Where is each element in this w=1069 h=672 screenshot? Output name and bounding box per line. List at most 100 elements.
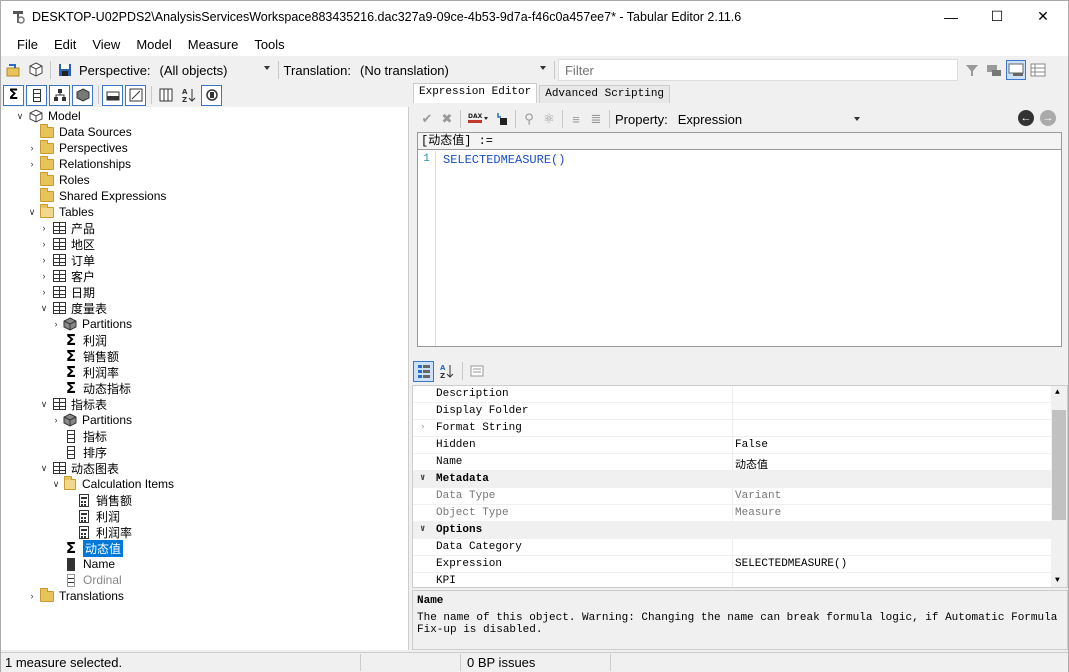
cancel-x-icon[interactable]: ✖ [438, 110, 456, 128]
chevron-down-icon[interactable]: ∨ [420, 524, 425, 534]
replace-icon[interactable]: ⚛ [540, 110, 558, 128]
property-row-name[interactable]: Name 动态值 [413, 454, 1053, 472]
chevron-down-icon[interactable]: ∨ [27, 207, 37, 217]
menu-file[interactable]: File [9, 37, 46, 52]
show-columns-icon[interactable] [26, 84, 47, 106]
property-row-data-type[interactable]: Data Type Variant [413, 488, 1053, 505]
tree-node-column-name[interactable]: Name [63, 556, 115, 572]
property-row-expression[interactable]: Expression SELECTEDMEASURE() [413, 556, 1053, 573]
list-view-icon[interactable] [1028, 60, 1048, 80]
show-display-folders-icon[interactable] [1005, 60, 1026, 80]
translation-dropdown[interactable]: (No translation) [354, 60, 551, 80]
property-value[interactable]: 动态值 [735, 456, 768, 472]
show-partitions-icon[interactable] [72, 84, 93, 106]
tree-node-perspectives[interactable]: › Perspectives [27, 139, 128, 156]
chevron-right-icon[interactable]: › [420, 422, 425, 432]
tree-node-calc-item-sales[interactable]: 销售额 [76, 492, 132, 508]
chevron-right-icon[interactable]: › [51, 319, 61, 329]
dax-formatter-icon[interactable]: DAX [465, 110, 491, 128]
property-row-kpi[interactable]: KPI [413, 573, 1053, 587]
dependencies-icon[interactable] [493, 110, 511, 128]
chevron-right-icon[interactable]: › [39, 223, 49, 233]
chevron-right-icon[interactable]: › [51, 415, 61, 425]
tree-node-model[interactable]: ∨ Model [15, 108, 81, 124]
show-hidden-icon[interactable] [102, 84, 123, 106]
property-row-format-string[interactable]: › Format String [413, 420, 1053, 437]
tree-node-calc-item-margin[interactable]: 利润率 [76, 524, 132, 540]
status-bp-issues[interactable]: 0 BP issues [463, 654, 611, 671]
chevron-down-icon[interactable]: ∨ [15, 111, 25, 121]
chevron-down-icon[interactable]: ∨ [39, 399, 49, 409]
chevron-right-icon[interactable]: › [27, 591, 37, 601]
tree-node-table-region[interactable]: › 地区 [39, 236, 96, 252]
tab-expression-editor[interactable]: Expression Editor [413, 83, 538, 103]
tab-advanced-scripting[interactable]: Advanced Scripting [539, 85, 671, 103]
tree-node-calculation-items[interactable]: ∨ Calculation Items [51, 475, 174, 492]
tree-node-table-product[interactable]: › 产品 [39, 220, 96, 236]
tree-node-measure-profit[interactable]: Σ 利润 [63, 332, 107, 348]
chevron-down-icon[interactable]: ∨ [51, 479, 61, 489]
property-dropdown[interactable]: Expression [673, 109, 864, 129]
expression-code[interactable]: SELECTEDMEASURE() [443, 153, 565, 167]
scroll-down-icon[interactable]: ▼ [1055, 576, 1060, 585]
tree-node-calc-item-profit[interactable]: 利润 [76, 508, 120, 524]
navigate-forward-icon[interactable]: → [1040, 110, 1056, 126]
tree-node-column-indicator[interactable]: 指标 [63, 428, 107, 444]
property-category-metadata[interactable]: ∨ Metadata [413, 471, 1053, 488]
menu-model[interactable]: Model [128, 37, 179, 52]
tree-node-shared-expressions[interactable]: Shared Expressions [39, 187, 166, 204]
tree-node-measure-dynamic[interactable]: Σ 动态指标 [63, 380, 131, 396]
chevron-down-icon[interactable]: ∨ [420, 473, 425, 483]
tree-node-tables[interactable]: ∨ Tables [27, 203, 94, 220]
tree-node-column-order[interactable]: 排序 [63, 444, 107, 460]
open-model-icon[interactable] [4, 60, 24, 80]
property-row-display-folder[interactable]: Display Folder [413, 403, 1053, 420]
tree-node-measure-margin[interactable]: Σ 利润率 [63, 364, 119, 380]
chevron-right-icon[interactable]: › [39, 271, 49, 281]
property-pages-icon[interactable] [466, 361, 487, 382]
save-icon[interactable] [55, 60, 75, 80]
property-value[interactable]: SELECTEDMEASURE() [735, 558, 847, 570]
categorized-view-icon[interactable] [413, 360, 434, 382]
tree-node-table-date[interactable]: › 日期 [39, 284, 96, 300]
deploy-icon[interactable] [26, 60, 46, 80]
menu-view[interactable]: View [84, 37, 128, 52]
tree-node-table-order[interactable]: › 订单 [39, 252, 96, 268]
tree-node-measure-sales[interactable]: Σ 销售额 [63, 348, 119, 364]
chevron-down-icon[interactable]: ∨ [39, 463, 49, 473]
navigate-back-icon[interactable]: ← [1018, 110, 1034, 126]
show-hierarchies-icon[interactable] [49, 84, 70, 106]
show-all-objects-icon[interactable] [984, 60, 1004, 80]
tree-node-table-indicator[interactable]: ∨ 指标表 [39, 396, 107, 412]
tree-node-table-customer[interactable]: › 客户 [39, 268, 96, 284]
chevron-right-icon[interactable]: › [39, 287, 49, 297]
tree-node-roles[interactable]: Roles [39, 171, 90, 188]
expression-editor[interactable]: [动态值] := 1 SELECTEDMEASURE() [417, 132, 1062, 347]
alphabetical-sort-icon[interactable]: AZ [436, 361, 457, 382]
tree-node-table-dynamic-chart[interactable]: ∨ 动态图表 [39, 460, 119, 476]
scrollbar-thumb[interactable] [1052, 410, 1066, 520]
perspective-dropdown[interactable]: (All objects) [154, 60, 275, 80]
property-category-options[interactable]: ∨ Options [413, 522, 1053, 539]
property-row-description[interactable]: Description [413, 386, 1053, 403]
chevron-right-icon[interactable]: › [39, 239, 49, 249]
tree-node-data-sources[interactable]: Data Sources [39, 123, 132, 140]
menu-edit[interactable]: Edit [46, 37, 84, 52]
tree-node-partitions[interactable]: › Partitions [51, 412, 133, 428]
maximize-button[interactable]: ☐ [974, 1, 1020, 32]
chevron-right-icon[interactable]: › [39, 255, 49, 265]
chevron-down-icon[interactable]: ∨ [39, 303, 49, 313]
menu-tools[interactable]: Tools [246, 37, 292, 52]
menu-measure[interactable]: Measure [180, 37, 247, 52]
scroll-up-icon[interactable]: ▲ [1055, 388, 1060, 397]
uncomment-icon[interactable]: ≣ [587, 110, 605, 128]
tree-node-partitions[interactable]: › Partitions [51, 316, 133, 332]
show-table-columns-icon[interactable] [155, 85, 176, 106]
property-row-data-category[interactable]: Data Category [413, 539, 1053, 556]
tree-node-column-ordinal[interactable]: Ordinal [63, 572, 122, 588]
filter-icon[interactable] [962, 60, 982, 80]
property-row-hidden[interactable]: Hidden False [413, 437, 1053, 454]
property-row-object-type[interactable]: Object Type Measure [413, 505, 1053, 522]
tree-node-measure-dynamic-value[interactable]: Σ 动态值 [63, 539, 124, 557]
sort-alphabetical-icon[interactable]: AZ [178, 85, 199, 106]
